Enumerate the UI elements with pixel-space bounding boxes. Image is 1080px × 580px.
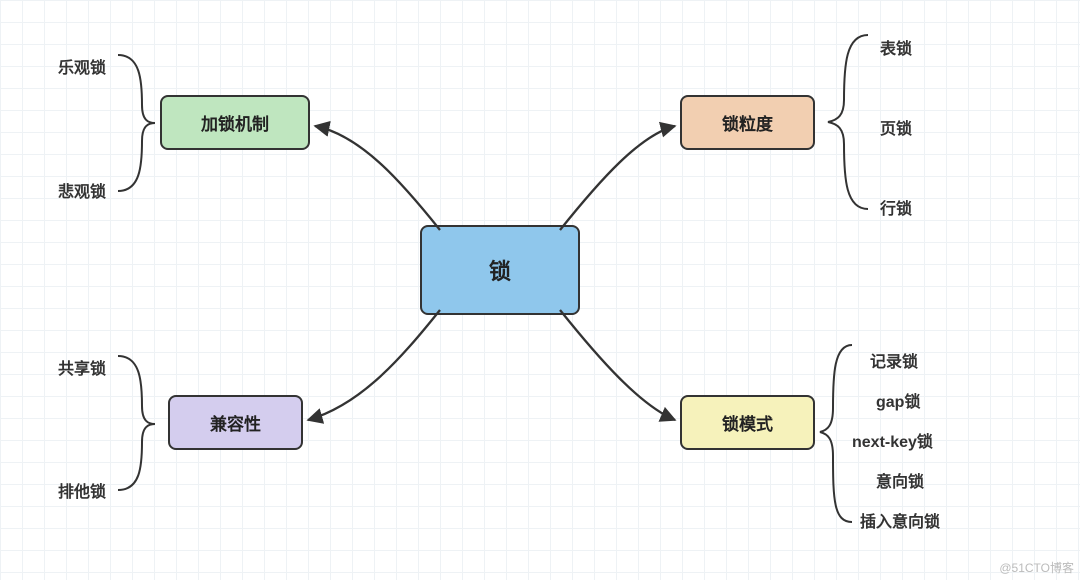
edge-root-to-granularity xyxy=(560,126,675,230)
node-locking-mechanism: 加锁机制 xyxy=(160,95,310,150)
leaf-next-key-lock: next-key锁 xyxy=(852,428,933,452)
leaf-exclusive-lock: 排他锁 xyxy=(58,478,106,502)
node-granularity: 锁粒度 xyxy=(680,95,815,150)
leaf-row-lock: 行锁 xyxy=(880,195,912,219)
leaf-record-lock: 记录锁 xyxy=(870,348,918,372)
leaf-optimistic-lock: 乐观锁 xyxy=(58,54,106,78)
brace-compatibility xyxy=(118,356,155,490)
leaf-intention-lock: 意向锁 xyxy=(876,468,924,492)
leaf-insert-intention-lock: 插入意向锁 xyxy=(860,508,940,532)
leaf-page-lock: 页锁 xyxy=(880,115,912,139)
leaf-shared-lock: 共享锁 xyxy=(58,355,106,379)
brace-locking-mechanism xyxy=(118,55,155,191)
edge-root-to-mode xyxy=(560,310,675,420)
edge-root-to-locking-mechanism xyxy=(315,126,440,230)
brace-granularity xyxy=(828,35,868,209)
watermark: @51CTO博客 xyxy=(999,559,1074,576)
node-root-lock: 锁 xyxy=(420,225,580,315)
node-compatibility: 兼容性 xyxy=(168,395,303,450)
leaf-table-lock: 表锁 xyxy=(880,35,912,59)
leaf-gap-lock: gap锁 xyxy=(876,388,920,412)
diagram-canvas: 锁 加锁机制 锁粒度 兼容性 锁模式 乐观锁 悲观锁 表锁 页锁 行锁 共享锁 … xyxy=(0,0,1080,580)
node-mode: 锁模式 xyxy=(680,395,815,450)
leaf-pessimistic-lock: 悲观锁 xyxy=(58,178,106,202)
brace-mode xyxy=(820,345,852,522)
edge-root-to-compatibility xyxy=(308,310,440,420)
